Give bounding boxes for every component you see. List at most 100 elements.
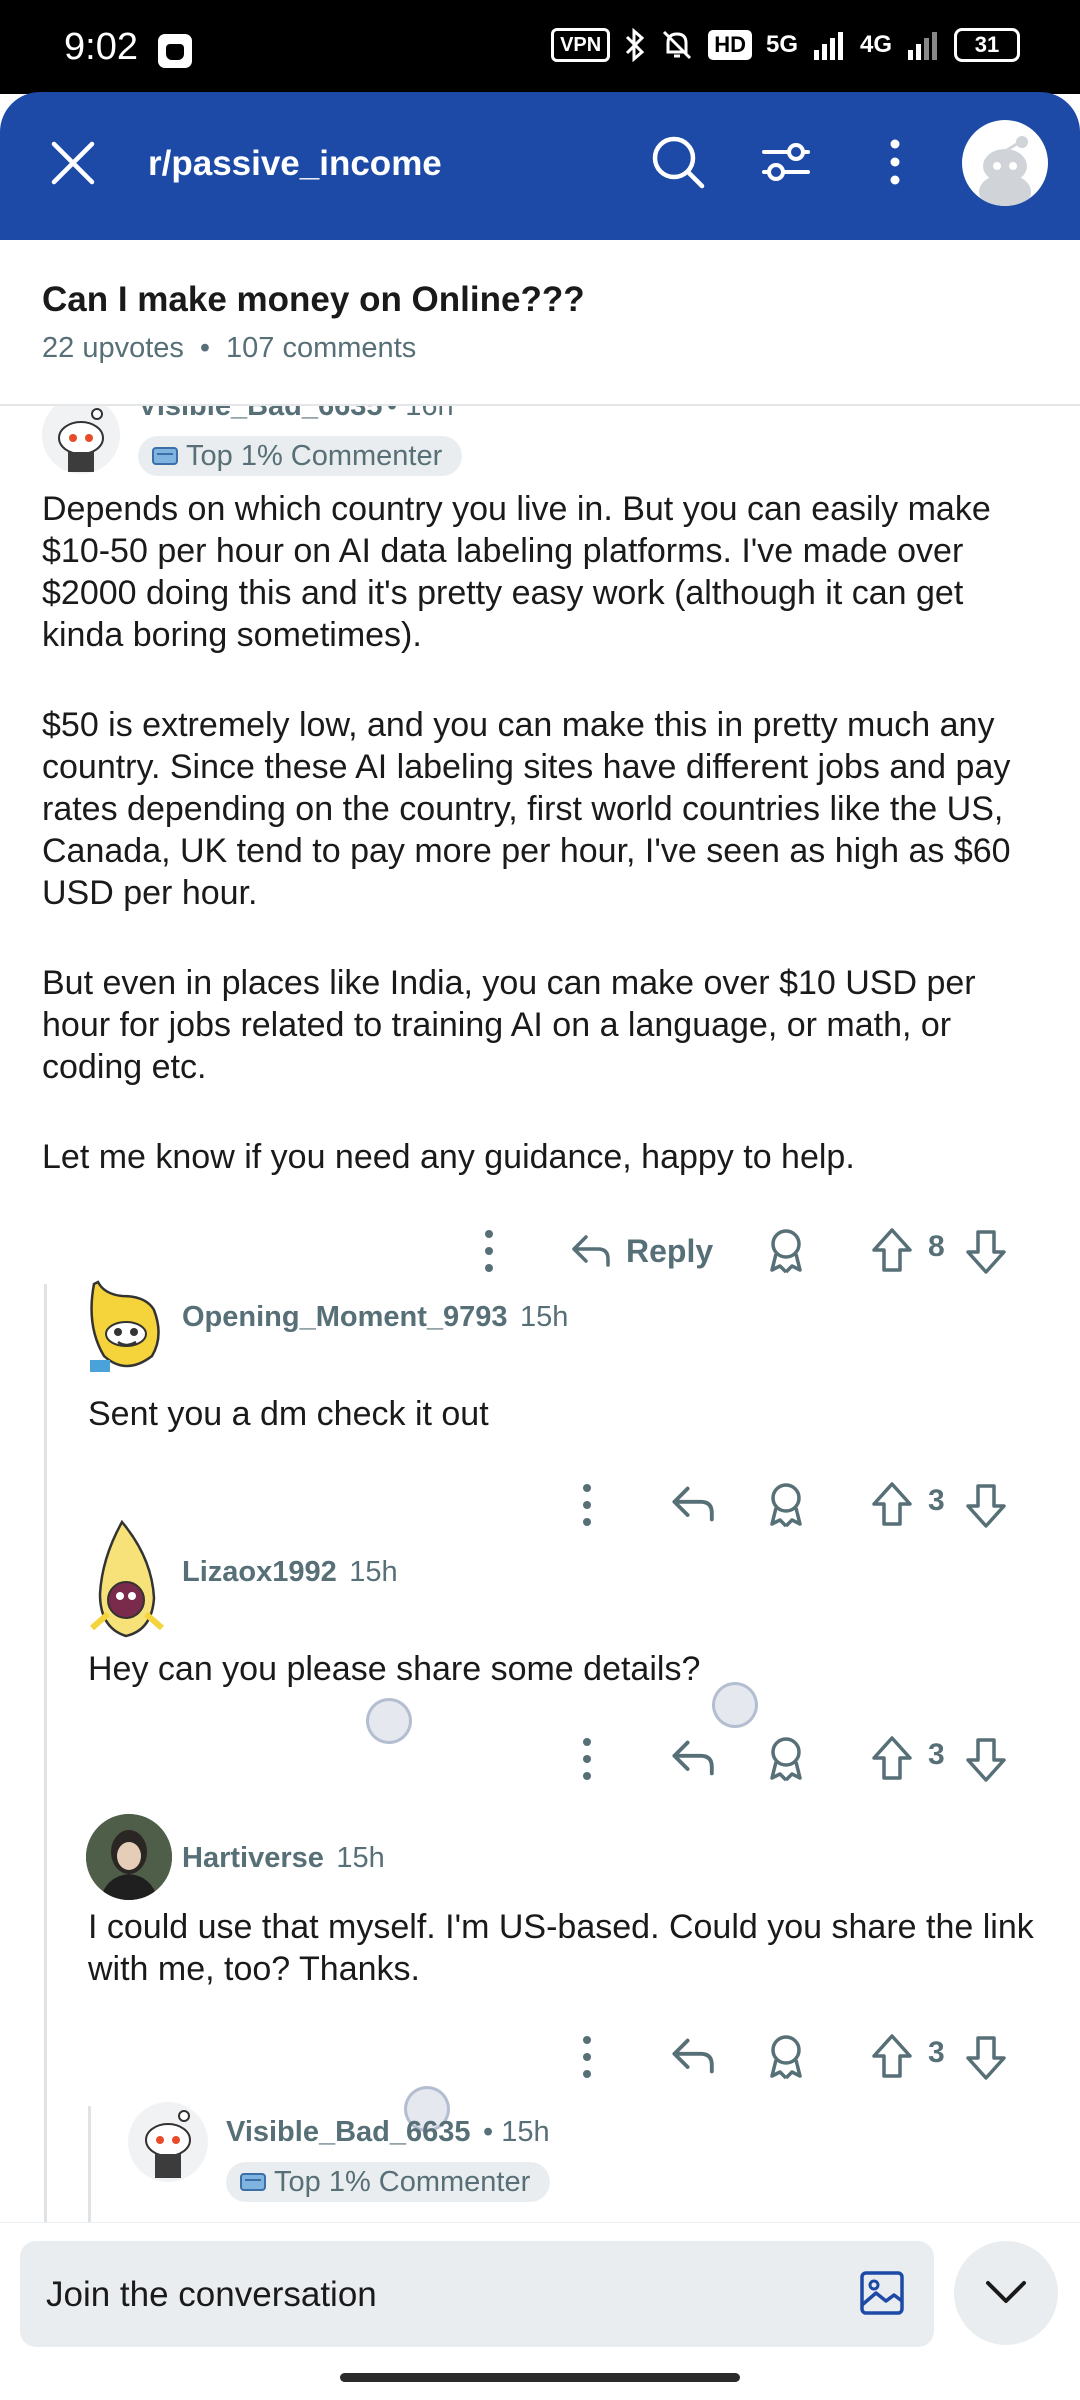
upvote-icon[interactable] <box>870 1480 914 1530</box>
join-conversation-placeholder: Join the conversation <box>46 2275 377 2314</box>
close-icon[interactable] <box>48 138 98 188</box>
comment-time: 15h <box>349 1556 398 1588</box>
upvote-icon[interactable] <box>870 1734 914 1784</box>
comments-list[interactable]: Visible_Bad_6635 • 16h Top 1% Commenter … <box>0 406 1080 2222</box>
vpn-icon: VPN <box>551 28 611 62</box>
reply-icon[interactable] <box>670 2036 714 2076</box>
upvote-count: 22 upvotes <box>42 332 184 364</box>
comment-actions: 3 <box>0 1724 1080 1794</box>
status-icons: VPN HD 5G 4G 31 <box>551 28 1020 62</box>
comment-username[interactable]: Lizaox1992 <box>182 1556 337 1588</box>
award-icon[interactable] <box>764 1734 808 1784</box>
signal-icon <box>813 32 843 60</box>
badge-label: Top 1% Commenter <box>274 2165 531 2198</box>
subreddit-title[interactable]: r/passive_income <box>148 144 442 184</box>
status-bar: 9:02 VPN HD 5G 4G 31 <box>0 0 1080 94</box>
comment-username[interactable]: Visible_Bad_6635 <box>138 406 383 422</box>
comment-time: 15h <box>519 1301 569 1333</box>
avatar[interactable] <box>42 406 120 474</box>
comment-body: Hey can you please share some details? <box>88 1650 701 1688</box>
comment-body: Sent you a dm check it out <box>88 1395 489 1433</box>
vote-count: 8 <box>928 1230 945 1263</box>
more-options-icon[interactable] <box>564 1480 610 1530</box>
home-indicator[interactable] <box>340 2373 740 2382</box>
post-title: Can I make money on Online??? <box>42 280 585 319</box>
comment-header: Hartiverse 15h <box>182 1842 385 1875</box>
top-commenter-badge: Top 1% Commenter <box>138 436 463 476</box>
image-upload-icon[interactable] <box>858 2269 906 2317</box>
network-4g-icon: 4G <box>859 31 892 58</box>
avatar[interactable] <box>86 1814 172 1900</box>
upvote-icon[interactable] <box>870 2032 914 2082</box>
post-summary[interactable]: Can I make money on Online??? 22 upvotes… <box>0 240 1080 406</box>
snoo-avatar-icon <box>979 136 1031 206</box>
comment-body: Depends on which country you live in. Bu… <box>42 488 1052 1178</box>
comment-paragraph: Depends on which country you live in. Bu… <box>42 490 991 654</box>
signal-icon-2 <box>908 32 937 60</box>
comment-count: 107 comments <box>226 332 417 364</box>
comment-username[interactable]: Hartiverse <box>182 1842 324 1874</box>
reply-icon <box>572 1235 610 1267</box>
more-options-icon[interactable] <box>870 132 920 192</box>
chevron-down-icon <box>986 2281 1026 2303</box>
filter-icon[interactable] <box>756 132 816 192</box>
thread-line <box>88 2106 91 2222</box>
hd-voice-icon: HD <box>708 30 752 60</box>
comment-header: Opening_Moment_9793 15h <box>182 1301 568 1334</box>
app-notification-icon <box>158 34 192 68</box>
award-icon[interactable] <box>764 2032 808 2082</box>
more-options-icon[interactable] <box>564 2032 610 2082</box>
status-time: 9:02 <box>64 26 138 68</box>
bottom-bar: Join the conversation <box>0 2222 1080 2400</box>
comment-paragraph: But even in places like India, you can m… <box>42 964 976 1086</box>
award-icon[interactable] <box>764 1480 808 1530</box>
vote-count: 3 <box>928 1738 945 1771</box>
reply-button[interactable]: Reply <box>570 1224 713 1278</box>
comment-header: Lizaox1992 15h <box>182 1556 398 1589</box>
profile-photo-icon <box>86 1814 172 1900</box>
more-options-icon[interactable] <box>466 1226 512 1276</box>
downvote-icon[interactable] <box>964 1226 1008 1276</box>
comment-time: • 15h <box>482 2116 550 2148</box>
top-commenter-badge: Top 1% Commenter <box>226 2162 551 2202</box>
comment-time: 15h <box>336 1842 385 1874</box>
vote-count: 3 <box>928 2036 945 2069</box>
comment-paragraph: $50 is extremely low, and you can make t… <box>42 706 1011 912</box>
app-header: r/passive_income <box>0 92 1080 240</box>
vote-count: 3 <box>928 1484 945 1517</box>
comment-body: I could use that myself. I'm US-based. C… <box>88 1908 1034 1988</box>
comment-username[interactable]: Opening_Moment_9793 <box>182 1301 508 1333</box>
search-icon[interactable] <box>648 132 708 192</box>
meta-separator: • <box>199 332 211 364</box>
snoo-avatar-icon <box>58 408 104 472</box>
award-icon[interactable] <box>764 1226 808 1276</box>
comment-header: Visible_Bad_6635 • 16h <box>138 406 454 423</box>
snoo-avatar-icon <box>145 2110 191 2178</box>
downvote-icon[interactable] <box>964 1734 1008 1784</box>
reply-icon[interactable] <box>670 1484 714 1524</box>
bluetooth-icon <box>626 28 645 62</box>
more-options-icon[interactable] <box>564 1734 610 1784</box>
join-conversation-input[interactable]: Join the conversation <box>20 2241 934 2347</box>
avatar[interactable] <box>128 2102 208 2182</box>
downvote-icon[interactable] <box>964 2032 1008 2082</box>
network-5g-icon: 5G <box>765 31 798 58</box>
collapse-button[interactable] <box>954 2241 1058 2345</box>
comment-paragraph: Let me know if you need any guidance, ha… <box>42 1138 855 1176</box>
downvote-icon[interactable] <box>964 1480 1008 1530</box>
avatar[interactable] <box>82 1276 168 1376</box>
badge-label: Top 1% Commenter <box>186 439 443 472</box>
banana-avatar-icon <box>90 1280 160 1372</box>
user-avatar[interactable] <box>962 120 1048 206</box>
comment-username[interactable]: Visible_Bad_6635 <box>226 2116 471 2148</box>
avatar[interactable] <box>82 1518 172 1648</box>
comment-actions: 3 <box>0 2022 1080 2092</box>
comment-time: • 16h <box>386 406 454 422</box>
reply-icon[interactable] <box>670 1738 714 1778</box>
battery-icon: 31 <box>954 28 1020 62</box>
banana-avatar-icon <box>90 1519 164 1638</box>
reply-label: Reply <box>626 1232 714 1269</box>
upvote-icon[interactable] <box>870 1226 914 1276</box>
comment-header: Visible_Bad_6635 • 15h <box>226 2116 550 2149</box>
commenter-badge-icon <box>152 447 178 465</box>
